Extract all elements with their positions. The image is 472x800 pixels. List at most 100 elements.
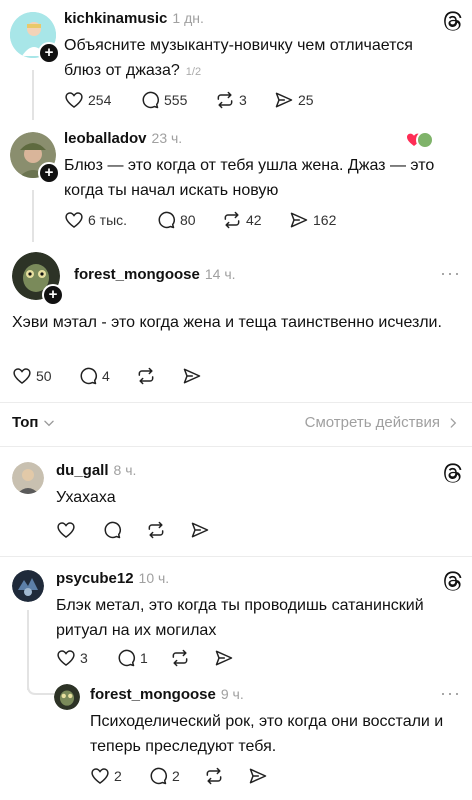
like-count: 254 bbox=[88, 92, 112, 108]
reply-text: Психоделический рок, это когда они восст… bbox=[90, 713, 444, 755]
username-text[interactable]: du_gall bbox=[56, 462, 109, 479]
username[interactable]: psycube12 10 ч. bbox=[56, 570, 169, 587]
sort-label[interactable]: Топ bbox=[12, 414, 38, 431]
comment-button[interactable]: 1 bbox=[116, 648, 148, 668]
comment-icon bbox=[150, 767, 167, 785]
send-icon bbox=[183, 368, 201, 384]
threads-icon[interactable] bbox=[441, 10, 463, 32]
username[interactable]: kichkinamusic 1 дн. bbox=[64, 10, 204, 27]
chevron-down-icon bbox=[44, 420, 55, 426]
share-button[interactable]: 162 bbox=[289, 210, 336, 230]
share-count: 162 bbox=[313, 212, 337, 228]
sort-dropdown[interactable]: Топ bbox=[12, 414, 56, 431]
post-text: Объясните музыканту-новичку чем отличает… bbox=[64, 33, 444, 85]
send-icon bbox=[191, 522, 209, 538]
share-button[interactable] bbox=[214, 648, 234, 668]
more-options-icon[interactable]: ··· bbox=[440, 264, 461, 282]
heart-icon bbox=[91, 768, 109, 785]
comment-icon bbox=[104, 521, 121, 539]
username-text[interactable]: forest_mongoose bbox=[74, 266, 200, 283]
heart-icon bbox=[65, 212, 83, 229]
repost-button[interactable] bbox=[204, 766, 224, 786]
comment-count: 2 bbox=[172, 768, 180, 784]
like-count: 2 bbox=[114, 768, 122, 784]
repost-icon bbox=[172, 649, 188, 667]
comment-button[interactable]: 2 bbox=[148, 766, 180, 786]
repost-button[interactable]: 42 bbox=[222, 210, 262, 230]
divider bbox=[0, 446, 472, 447]
heart-icon bbox=[13, 368, 31, 385]
avatar[interactable] bbox=[12, 462, 44, 494]
comment-button[interactable]: 555 bbox=[140, 90, 187, 110]
comment-icon bbox=[80, 367, 97, 385]
avatar[interactable] bbox=[54, 684, 80, 710]
comment-count: 555 bbox=[164, 92, 188, 108]
repost-icon bbox=[206, 767, 222, 785]
username-text[interactable]: forest_mongoose bbox=[90, 686, 216, 703]
like-button[interactable] bbox=[56, 520, 76, 540]
post-text: Блюз — это когда от тебя ушла жена. Джаз… bbox=[64, 157, 435, 199]
comment-count: 4 bbox=[102, 368, 110, 384]
comment-button[interactable]: 80 bbox=[156, 210, 196, 230]
repost-button[interactable]: 3 bbox=[215, 90, 247, 110]
follow-button[interactable]: + bbox=[42, 284, 64, 306]
view-activity-link[interactable]: Смотреть действия bbox=[305, 414, 460, 431]
follow-button[interactable]: + bbox=[38, 162, 60, 184]
heart-icon bbox=[57, 522, 75, 539]
username[interactable]: leoballadov 23 ч. bbox=[64, 130, 182, 147]
divider bbox=[0, 402, 472, 403]
avatar[interactable] bbox=[12, 570, 44, 602]
follow-button[interactable]: + bbox=[38, 42, 60, 64]
send-icon bbox=[249, 768, 267, 784]
share-button[interactable]: 25 bbox=[274, 90, 314, 110]
repost-button[interactable] bbox=[136, 366, 156, 386]
comment-button[interactable] bbox=[102, 520, 122, 540]
comment-icon bbox=[142, 91, 159, 109]
repost-button[interactable] bbox=[146, 520, 166, 540]
threads-icon[interactable] bbox=[441, 462, 463, 484]
username-text[interactable]: psycube12 bbox=[56, 570, 134, 587]
liked-by-avatars bbox=[406, 130, 434, 150]
username-text[interactable]: leoballadov bbox=[64, 130, 147, 147]
comment-icon bbox=[158, 211, 175, 229]
like-button[interactable]: 2 bbox=[90, 766, 122, 786]
timestamp: 9 ч. bbox=[220, 686, 244, 702]
reply-text: Ухахаха bbox=[56, 489, 116, 506]
repost-icon bbox=[224, 211, 240, 229]
comment-button[interactable]: 4 bbox=[78, 366, 110, 386]
timestamp: 14 ч. bbox=[204, 266, 236, 282]
like-button[interactable]: 254 bbox=[64, 90, 111, 110]
like-button[interactable]: 3 bbox=[56, 648, 88, 668]
username[interactable]: forest_mongoose 14 ч. bbox=[74, 266, 236, 283]
comment-count: 80 bbox=[180, 212, 196, 228]
view-activity-label[interactable]: Смотреть действия bbox=[305, 414, 440, 431]
like-button[interactable]: 50 bbox=[12, 366, 52, 386]
comment-count: 1 bbox=[140, 650, 148, 666]
share-button[interactable] bbox=[182, 366, 202, 386]
part-badge: 1/2 bbox=[185, 66, 202, 78]
timestamp: 10 ч. bbox=[138, 570, 170, 586]
send-icon bbox=[215, 650, 233, 666]
repost-button[interactable] bbox=[170, 648, 190, 668]
username[interactable]: du_gall 8 ч. bbox=[56, 462, 136, 479]
username[interactable]: forest_mongoose 9 ч. bbox=[90, 686, 244, 703]
comment-icon bbox=[118, 649, 135, 667]
timestamp: 23 ч. bbox=[151, 130, 183, 146]
like-count: 6 тыс. bbox=[88, 212, 128, 228]
share-button[interactable] bbox=[248, 766, 268, 786]
like-count: 50 bbox=[36, 368, 52, 384]
username-text[interactable]: kichkinamusic bbox=[64, 10, 167, 27]
reply-connector bbox=[27, 678, 54, 695]
share-count: 25 bbox=[298, 92, 314, 108]
timestamp: 1 дн. bbox=[172, 10, 204, 26]
chevron-right-icon bbox=[450, 417, 457, 428]
thread-line bbox=[32, 190, 34, 242]
send-icon bbox=[275, 92, 293, 108]
repost-count: 3 bbox=[239, 92, 247, 108]
more-options-icon[interactable]: ··· bbox=[440, 684, 461, 702]
threads-icon[interactable] bbox=[441, 570, 463, 592]
timestamp: 8 ч. bbox=[113, 462, 137, 478]
like-button[interactable]: 6 тыс. bbox=[64, 210, 127, 230]
share-button[interactable] bbox=[190, 520, 210, 540]
send-icon bbox=[290, 212, 308, 228]
